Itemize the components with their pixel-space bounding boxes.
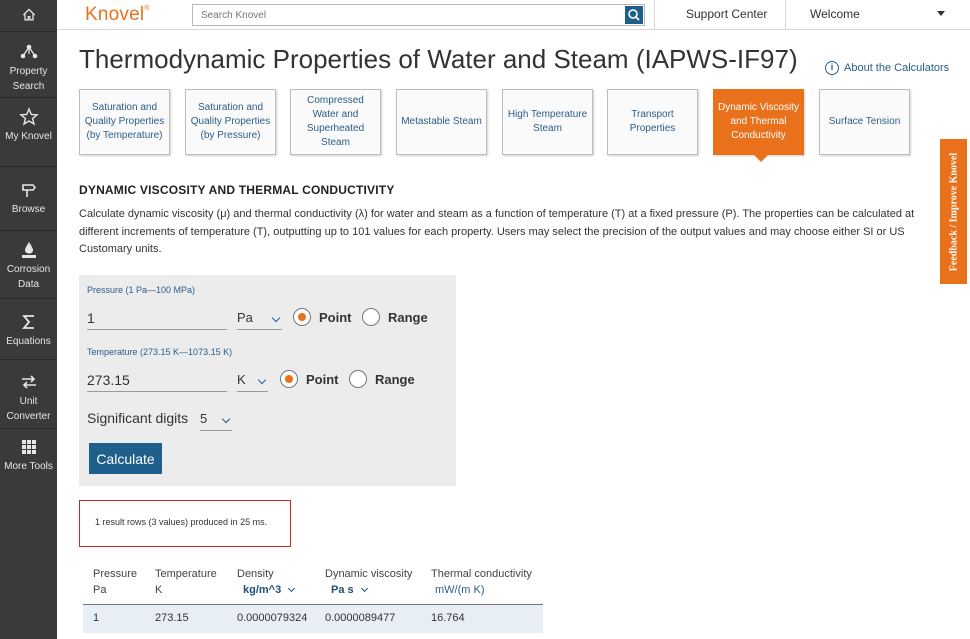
calculate-button[interactable]: Calculate [89,443,162,474]
temperature-unit-select[interactable]: K [237,368,268,392]
about-label: About the Calculators [844,61,950,74]
result-summary: 1 result rows (3 values) produced in 25 … [79,500,291,547]
sidebar-item-label: Equations [6,336,51,347]
tab-dynamic-viscosity[interactable]: Dynamic Viscosity and Thermal Conductivi… [713,89,804,155]
temperature-range-label: Range [375,372,415,387]
temperature-point-radio[interactable] [280,370,298,388]
cell-pressure: 1 [93,612,100,624]
pressure-point-radio[interactable] [293,308,311,326]
info-icon: i [825,61,839,75]
tab-surface-tension[interactable]: Surface Tension [819,89,910,155]
sidebar-item-my-knovel[interactable]: My Knovel [0,107,57,144]
welcome-menu[interactable]: Welcome [810,7,860,21]
cell-density: 0.0000079324 [237,612,308,624]
sidebar-item-property-search[interactable]: Property Search [0,42,57,94]
significant-digits-select[interactable]: 5 [200,407,232,431]
pressure-label: Pressure (1 Pa—100 MPa) [87,285,196,295]
temperature-point-label: Point [306,372,339,387]
top-bar: Knovel® Support Center Welcome [57,0,970,30]
sidebar-item-label: Unit Converter [6,396,51,422]
sidebar-item-label: Corrosion Data [6,264,51,290]
section-title: DYNAMIC VISCOSITY AND THERMAL CONDUCTIVI… [79,183,395,197]
tab-saturation-by-temperature[interactable]: Saturation and Quality Properties (by Te… [79,89,170,155]
temperature-range-radio[interactable] [349,370,367,388]
tab-metastable-steam[interactable]: Metastable Steam [396,89,487,155]
column-header-density: Density kg/m^3 [237,566,296,598]
search-button[interactable] [625,6,643,24]
page-title: Thermodynamic Properties of Water and St… [79,44,798,74]
cell-thermal-conductivity: 16.764 [431,612,465,624]
sidebar-item-label: My Knovel [5,131,52,142]
pressure-range-radio[interactable] [362,308,380,326]
sidebar-item-label: More Tools [4,461,53,472]
temperature-input[interactable]: 273.15 [87,368,227,392]
chevron-down-icon [360,584,368,593]
cell-temperature: 273.15 [155,612,189,624]
column-header-pressure: Pressure Pa [93,568,138,596]
chevron-down-icon [257,375,267,385]
tab-high-temperature-steam[interactable]: High Temperature Steam [502,89,593,155]
knovel-logo[interactable]: Knovel® [85,4,150,26]
search-box [192,4,645,26]
chevron-down-icon[interactable] [937,11,945,16]
significant-digits-label: Significant digits [87,410,189,426]
temperature-label: Temperature (273.15 K—1073.15 K) [87,347,233,357]
sidebar: Property Search My Knovel Browse Corrosi… [0,0,57,639]
sidebar-item-corrosion-data[interactable]: Corrosion Data [0,240,57,292]
sidebar-item-equations[interactable]: Equations [0,312,57,349]
browse-icon [21,184,36,197]
sidebar-item-label: Property Search [9,66,48,92]
chevron-down-icon [271,313,281,323]
search-icon [628,9,640,21]
sigma-icon [21,315,34,329]
column-header-thermal-conductivity: Thermal conductivity mW/(m K) [431,568,532,596]
star-icon [18,107,39,126]
cell-dynamic-viscosity: 0.0000089477 [325,612,396,624]
tab-transport-properties[interactable]: Transport Properties [607,89,698,155]
density-unit-select[interactable]: kg/m^3 [243,582,296,598]
property-search-icon [20,44,37,59]
pressure-unit-select[interactable]: Pa [237,306,282,330]
pressure-input[interactable]: 1 [87,306,227,330]
home-icon [22,8,35,21]
sidebar-item-unit-converter[interactable]: Unit Converter [0,372,57,424]
tab-compressed-water[interactable]: Compressed Water and Superheated Steam [290,89,381,155]
table-row [83,605,543,633]
sidebar-item-more-tools[interactable]: More Tools [0,437,57,474]
sidebar-item-label: Browse [11,204,46,215]
about-calculators-link[interactable]: i About the Calculators [825,61,949,75]
unit-converter-icon [21,375,36,389]
tab-saturation-by-pressure[interactable]: Saturation and Quality Properties (by Pr… [185,89,276,155]
pressure-range-label: Range [388,310,428,325]
viscosity-unit-select[interactable]: Pa s [331,582,412,598]
column-header-temperature: Temperature K [155,568,217,596]
feedback-button[interactable]: Feedback / Improve Knovel [940,139,967,284]
sidebar-item-browse[interactable]: Browse [0,180,57,217]
chevron-down-icon [288,584,296,593]
section-description: Calculate dynamic viscosity (μ) and ther… [79,208,915,255]
column-header-dynamic-viscosity: Dynamic viscosity Pa s [325,568,413,598]
chevron-down-icon [221,414,231,424]
active-tab-indicator [754,155,768,162]
sidebar-item-home[interactable] [0,7,57,25]
corrosion-icon [21,242,36,258]
support-center-link[interactable]: Support Center [686,7,767,21]
pressure-point-label: Point [319,310,352,325]
search-input[interactable] [193,5,623,25]
grid-icon [21,440,36,454]
